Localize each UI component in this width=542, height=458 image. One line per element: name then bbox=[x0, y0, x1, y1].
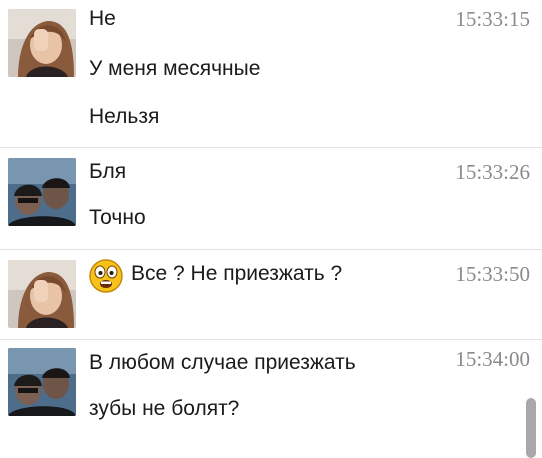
chat-history[interactable]: Не У меня месячные Нельзя 15:33:15 Бля Т… bbox=[0, 0, 542, 458]
message-text: В любом случае приезжать bbox=[89, 351, 356, 374]
message-text: Нельзя bbox=[89, 105, 160, 128]
message-group: Бля Точно 15:33:26 bbox=[0, 147, 542, 249]
message-timestamp: 15:34:00 bbox=[455, 347, 530, 371]
scrollbar-thumb[interactable] bbox=[526, 398, 536, 458]
message-group: Не У меня месячные Нельзя 15:33:15 bbox=[0, 0, 542, 147]
message-text: зубы не болят? bbox=[89, 397, 240, 420]
girl-avatar-photo bbox=[8, 260, 76, 328]
surprised-face-emoji bbox=[88, 258, 124, 294]
message-timestamp: 15:33:50 bbox=[455, 262, 530, 286]
message-timestamp: 15:33:15 bbox=[455, 7, 530, 31]
message-text: Не bbox=[89, 7, 116, 30]
message-timestamp: 15:33:26 bbox=[455, 160, 530, 184]
message-text: Бля bbox=[89, 160, 127, 183]
message-group: Все ? Не приезжать ? 15:33:50 bbox=[0, 249, 542, 339]
girl-avatar-photo bbox=[8, 9, 76, 77]
message-text: Точно bbox=[89, 206, 146, 229]
guys-avatar-photo bbox=[8, 348, 76, 416]
guys-avatar-photo bbox=[8, 158, 76, 226]
avatar[interactable] bbox=[8, 9, 76, 77]
message-group: В любом случае приезжать зубы не болят? … bbox=[0, 339, 542, 454]
avatar[interactable] bbox=[8, 348, 76, 416]
message-text: У меня месячные bbox=[89, 57, 261, 80]
message-text: Все ? Не приезжать ? bbox=[131, 262, 343, 285]
avatar[interactable] bbox=[8, 260, 76, 328]
avatar[interactable] bbox=[8, 158, 76, 226]
